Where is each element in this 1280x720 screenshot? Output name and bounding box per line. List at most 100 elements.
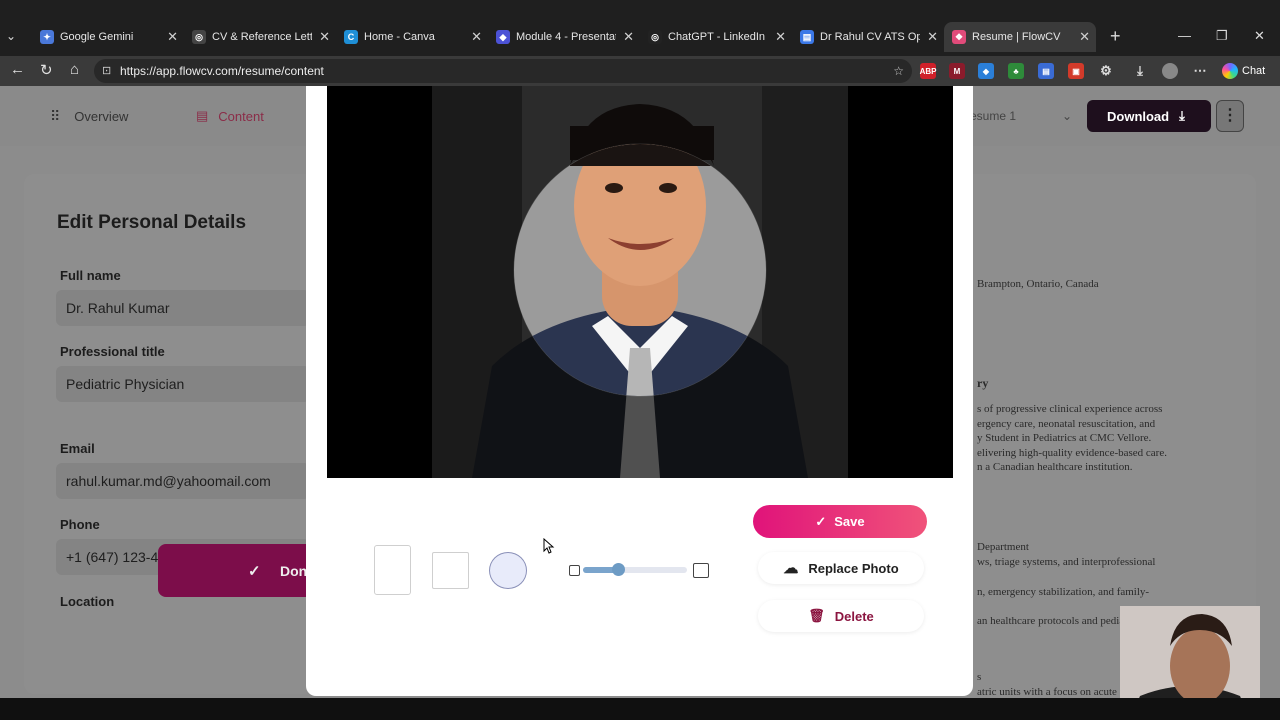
- tab-title: CV & Reference Letter G: [212, 31, 312, 43]
- tab-title: Home - Canva: [364, 31, 435, 43]
- close-tab-icon[interactable]: ✕: [927, 29, 938, 45]
- overview-nav[interactable]: ⠿ Overview: [50, 100, 128, 132]
- zoom-out-image-icon: [569, 565, 580, 576]
- zoom-in-image-icon: [693, 563, 709, 578]
- tab-favicon-icon: ▤: [800, 30, 814, 44]
- chevron-down-icon: ⌄: [1062, 109, 1073, 123]
- close-tab-icon[interactable]: ✕: [167, 29, 178, 45]
- profile-photo: [432, 86, 848, 478]
- shape-portrait-option[interactable]: [374, 545, 411, 595]
- overview-label: Overview: [74, 108, 129, 124]
- shape-square-option[interactable]: [432, 552, 469, 589]
- download-button[interactable]: Download ⤓: [1087, 100, 1211, 132]
- personal-details-card: [24, 174, 314, 694]
- preview-summary-heading: ry: [977, 376, 989, 390]
- reload-icon[interactable]: ↻: [40, 61, 53, 79]
- adblock-extension-icon[interactable]: ABP: [920, 63, 936, 79]
- grid-icon: ⠿: [50, 107, 61, 124]
- shape-circle-option[interactable]: [489, 552, 527, 589]
- cloud-upload-icon: ☁: [783, 560, 799, 577]
- field-label: Email: [60, 441, 95, 456]
- content-nav[interactable]: ▤ Content: [196, 100, 264, 132]
- zoom-slider[interactable]: [583, 563, 687, 576]
- crop-circle[interactable]: [432, 86, 848, 478]
- minimize-icon[interactable]: —: [1178, 28, 1191, 43]
- profile-avatar-icon[interactable]: [1162, 63, 1178, 79]
- browser-tab[interactable]: C Home - Canva ✕: [336, 22, 488, 52]
- preview-summary-line: n a Canadian healthcare institution.: [977, 461, 1133, 474]
- browser-tab[interactable]: ◎ ChatGPT - LinkedIn Prof ✕: [640, 22, 792, 52]
- browser-tab[interactable]: ❖ Resume | FlowCV ✕: [944, 22, 1096, 52]
- extension-icon[interactable]: ◆: [978, 63, 994, 79]
- download-icon: ⤓: [1179, 108, 1185, 123]
- field-input[interactable]: Dr. Rahul Kumar: [56, 290, 310, 326]
- replace-photo-button[interactable]: ☁ Replace Photo: [758, 552, 924, 584]
- field-label: Full name: [60, 268, 121, 283]
- restore-icon[interactable]: ❐: [1216, 28, 1228, 44]
- download-label: Download: [1107, 108, 1170, 124]
- preview-experience-line: ws, triage systems, and interprofessiona…: [977, 556, 1156, 568]
- preview-experience-line: atric units with a focus on acute and: [977, 686, 1136, 698]
- done-button[interactable]: ✓ Don: [158, 544, 318, 597]
- mouse-cursor-icon: [543, 538, 555, 554]
- browser-tab[interactable]: ◆ Module 4 - Presentation ✕: [488, 22, 640, 52]
- more-menu-icon[interactable]: ⋯: [1192, 63, 1208, 79]
- url-text: https://app.flowcv.com/resume/content: [120, 64, 324, 78]
- close-tab-icon[interactable]: ✕: [1079, 29, 1090, 45]
- tab-favicon-icon: ❖: [952, 30, 966, 44]
- save-label: Save: [834, 514, 865, 529]
- tab-favicon-icon: ◎: [648, 30, 662, 44]
- downloads-icon[interactable]: ⤓: [1132, 63, 1148, 79]
- tab-title: Module 4 - Presentation: [516, 31, 616, 43]
- tab-title: ChatGPT - LinkedIn Prof: [668, 31, 768, 43]
- replace-photo-label: Replace Photo: [808, 560, 899, 576]
- resume-select[interactable]: esume 1 ⌄: [970, 100, 1080, 132]
- site-info-icon[interactable]: ⊡: [102, 59, 111, 83]
- tab-title: Resume | FlowCV: [972, 31, 1061, 43]
- trash-icon: 🗑: [808, 608, 825, 623]
- new-tab-button[interactable]: +: [1110, 26, 1121, 47]
- close-tab-icon[interactable]: ✕: [623, 29, 634, 45]
- save-button[interactable]: ✓ Save: [753, 505, 927, 538]
- favorite-star-icon[interactable]: ☆: [893, 59, 904, 83]
- preview-summary-line: ergency care, neonatal resuscitation, an…: [977, 417, 1156, 430]
- preview-summary-line: s of progressive clinical experience acr…: [977, 403, 1163, 415]
- back-icon[interactable]: ←: [10, 61, 25, 78]
- tab-title: Google Gemini: [60, 31, 134, 43]
- section-title: Edit Personal Details: [57, 212, 247, 233]
- extension-icon[interactable]: ♣: [1008, 63, 1024, 79]
- delete-label: Delete: [834, 608, 874, 624]
- done-label: Don: [280, 562, 308, 579]
- tab-favicon-icon: C: [344, 30, 358, 44]
- close-window-icon[interactable]: ✕: [1254, 28, 1265, 44]
- extension-icon[interactable]: ▤: [1038, 63, 1054, 79]
- tab-favicon-icon: ◎: [192, 30, 206, 44]
- check-icon: ✓: [815, 513, 827, 529]
- tab-favicon-icon: ◆: [496, 30, 510, 44]
- chat-label: Chat: [1242, 65, 1266, 77]
- tab-favicon-icon: ✦: [40, 30, 54, 44]
- check-icon: ✓: [248, 562, 261, 580]
- browser-tab[interactable]: ✦ Google Gemini ✕: [32, 22, 184, 52]
- browser-tab[interactable]: ▤ Dr Rahul CV ATS Optimi ✕: [792, 22, 944, 52]
- extension-icon[interactable]: M: [949, 63, 965, 79]
- url-bar[interactable]: ⊡ https://app.flowcv.com/resume/content …: [94, 59, 912, 83]
- taskbar: [0, 698, 1280, 720]
- close-tab-icon[interactable]: ✕: [471, 29, 482, 45]
- close-tab-icon[interactable]: ✕: [319, 29, 330, 45]
- tab-strip: ✦ Google Gemini ✕ ◎ CV & Reference Letter G ✕…: [0, 22, 1280, 52]
- preview-summary-line: elivering high-quality evidence-based ca…: [977, 446, 1167, 459]
- browser-tab[interactable]: ◎ CV & Reference Letter G ✕: [184, 22, 336, 52]
- browser-tab-bar: ⌄ ✦Google Gemini✕◎CV & Reference Letter …: [0, 0, 1280, 56]
- extension-icon[interactable]: ▣: [1068, 63, 1084, 79]
- home-icon[interactable]: ⌂: [70, 61, 79, 78]
- more-options-button[interactable]: ⋮: [1216, 100, 1244, 132]
- copilot-chat-button[interactable]: Chat: [1218, 60, 1274, 82]
- address-toolbar: ← ↻ ⌂ ⊡ https://app.flowcv.com/resume/co…: [0, 56, 1280, 86]
- field-input[interactable]: rahul.kumar.md@yahoomail.com: [56, 463, 310, 499]
- extensions-puzzle-icon[interactable]: ⚙: [1098, 63, 1114, 79]
- field-input[interactable]: Pediatric Physician: [56, 366, 310, 402]
- close-tab-icon[interactable]: ✕: [775, 29, 786, 45]
- preview-experience-line: n, emergency stabilization, and family-: [977, 586, 1150, 598]
- delete-button[interactable]: 🗑 Delete: [758, 600, 924, 632]
